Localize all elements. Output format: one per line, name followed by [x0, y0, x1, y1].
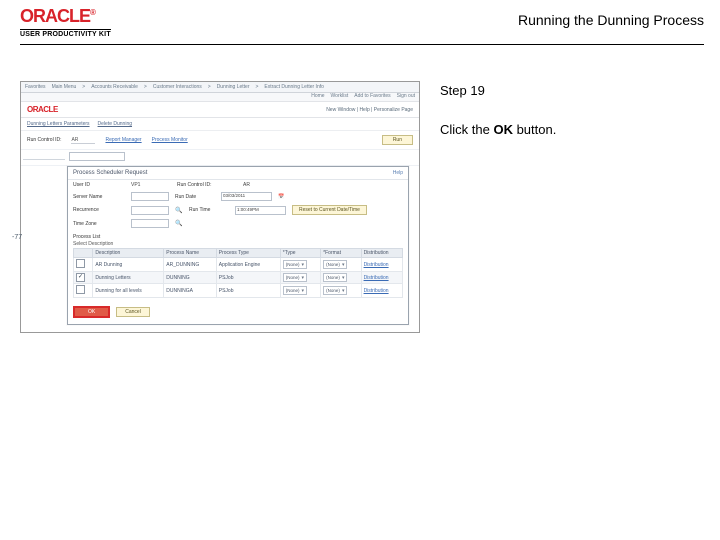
step-number: Step 19 — [440, 81, 704, 102]
timezone-label: Time Zone — [73, 221, 125, 227]
tab-dunning-params[interactable]: Dunning Letters Parameters — [27, 121, 90, 127]
col-dist: Distribution — [361, 249, 402, 258]
row3-ptype: PSJob — [216, 284, 280, 298]
row3-pname: DUNNINGA — [164, 284, 217, 298]
row1-format-select[interactable]: (None)▾ — [323, 260, 347, 269]
scope-row — [21, 149, 419, 166]
process-monitor-link[interactable]: Process Monitor — [152, 137, 188, 143]
process-list-heading: Process List — [73, 232, 403, 241]
recurrence-label: Recurrence — [73, 207, 125, 213]
upk-subtitle: USER PRODUCTIVITY KIT — [20, 29, 111, 38]
row2-pname: DUNNING — [164, 272, 217, 284]
server-label: Server Name — [73, 194, 125, 200]
nav-extract[interactable]: Extract Dunning Letter Info — [264, 84, 323, 90]
app-top-links: Home Worklist Add to Favorites Sign out — [21, 93, 419, 102]
nav-ar[interactable]: Accounts Receivable — [91, 84, 138, 90]
row1-ptype: Application Engine — [216, 258, 280, 272]
row2-desc: Dunning Letters — [93, 272, 164, 284]
table-row: ✓ Dunning Letters DUNNING PSJob (None)▾ … — [74, 272, 403, 284]
link-signout[interactable]: Sign out — [397, 93, 415, 101]
row2-dist-link[interactable]: Distribution — [364, 275, 389, 281]
recurrence-field[interactable] — [131, 206, 169, 215]
page-tabs: Dunning Letters Parameters Delete Dunnin… — [21, 118, 419, 131]
run-time-field[interactable]: 1:00:49PM — [235, 206, 286, 215]
row3-type-select[interactable]: (None)▾ — [283, 286, 307, 295]
link-add-fav[interactable]: Add to Favorites — [354, 93, 390, 101]
ok-button[interactable]: OK — [73, 306, 110, 318]
row3-format-select[interactable]: (None)▾ — [323, 286, 347, 295]
scope-select[interactable] — [69, 152, 125, 161]
run-button[interactable]: Run — [382, 135, 413, 145]
row3-desc: Dunning for all levels — [93, 284, 164, 298]
chevron-down-icon: ▾ — [302, 288, 305, 294]
tab-delete-dunning[interactable]: Delete Dunning — [98, 121, 132, 127]
process-list-subhead: Select Description — [73, 241, 403, 248]
oracle-upk-logo: ORACLE® USER PRODUCTIVITY KIT — [20, 6, 111, 38]
nav-dunning-letter[interactable]: Dunning Letter — [217, 84, 250, 90]
col-pname: Process Name — [164, 249, 217, 258]
row3-checkbox[interactable] — [76, 285, 85, 294]
report-manager-link[interactable]: Report Manager — [105, 137, 141, 143]
modal-runctl-label: Run Control ID: — [177, 182, 237, 188]
server-field[interactable] — [131, 192, 169, 201]
col-ptype: Process Type — [216, 249, 280, 258]
axis-tick: -77 — [12, 234, 22, 241]
nav-main-menu[interactable]: Main Menu — [52, 84, 77, 90]
col-type: *Type — [280, 249, 320, 258]
row2-ptype: PSJob — [216, 272, 280, 284]
lookup-icon[interactable]: 🔍 — [175, 206, 183, 214]
row2-type-select[interactable]: (None)▾ — [283, 273, 307, 282]
chevron-down-icon: ▾ — [342, 288, 345, 294]
chevron-down-icon: ▾ — [302, 262, 305, 268]
run-control-value: AR — [71, 137, 95, 144]
process-scheduler-modal: Process Scheduler Request Help User ID V… — [67, 166, 409, 325]
timezone-lookup-icon[interactable]: 🔍 — [175, 220, 183, 228]
registered-mark: ® — [90, 8, 95, 17]
cancel-button[interactable]: Cancel — [116, 307, 150, 317]
instruction-text: Click the OK button. — [440, 120, 704, 141]
chevron-down-icon: ▾ — [302, 275, 305, 281]
col-desc: Description — [93, 249, 164, 258]
col-format: *Format — [321, 249, 361, 258]
modal-help-link[interactable]: Help — [393, 170, 403, 176]
row1-pname: AR_DUNNING — [164, 258, 217, 272]
run-time-label: Run Time — [189, 207, 229, 213]
row2-format-select[interactable]: (None)▾ — [323, 273, 347, 282]
user-id-label: User ID — [73, 182, 125, 188]
ok-word: OK — [493, 122, 513, 137]
table-row: Dunning for all levels DUNNINGA PSJob (N… — [74, 284, 403, 298]
app-window-links[interactable]: New Window | Help | Personalize Page — [326, 107, 413, 113]
chevron-down-icon: ▾ — [342, 275, 345, 281]
modal-runctl-value: AR — [243, 182, 250, 188]
timezone-field[interactable] — [131, 219, 169, 228]
row1-dist-link[interactable]: Distribution — [364, 262, 389, 268]
row1-type-select[interactable]: (None)▾ — [283, 260, 307, 269]
run-control-row: Run Control ID: AR Report Manager Proces… — [21, 131, 419, 149]
calendar-icon[interactable]: 📅 — [278, 194, 284, 200]
nav-favorites[interactable]: Favorites — [25, 84, 46, 90]
app-oracle-logo: ORACLE — [27, 105, 58, 114]
col-select — [74, 249, 93, 258]
app-breadcrumb-bar: Favorites Main Menu > Accounts Receivabl… — [21, 82, 419, 93]
link-home[interactable]: Home — [311, 93, 324, 101]
oracle-wordmark: ORACLE — [20, 6, 90, 26]
row3-dist-link[interactable]: Distribution — [364, 288, 389, 294]
row2-checkbox[interactable]: ✓ — [76, 273, 85, 282]
reset-datetime-button[interactable]: Reset to Current Date/Time — [292, 205, 367, 215]
run-date-label: Run Date — [175, 194, 215, 200]
row1-desc: AR Dunning — [93, 258, 164, 272]
table-row: AR Dunning AR_DUNNING Application Engine… — [74, 258, 403, 272]
row1-checkbox[interactable] — [76, 259, 85, 268]
modal-title: Process Scheduler Request — [73, 170, 147, 176]
embedded-screenshot: Favorites Main Menu > Accounts Receivabl… — [20, 81, 420, 333]
process-list-table: Description Process Name Process Type *T… — [73, 248, 403, 298]
nav-cust-int[interactable]: Customer Interactions — [153, 84, 202, 90]
link-worklist[interactable]: Worklist — [331, 93, 349, 101]
run-control-label: Run Control ID: — [27, 137, 61, 143]
run-date-field[interactable]: 03/03/2011 — [221, 192, 272, 201]
user-id-value: VP1 — [131, 182, 171, 188]
page-title: Running the Dunning Process — [111, 6, 704, 28]
chevron-down-icon: ▾ — [342, 262, 345, 268]
